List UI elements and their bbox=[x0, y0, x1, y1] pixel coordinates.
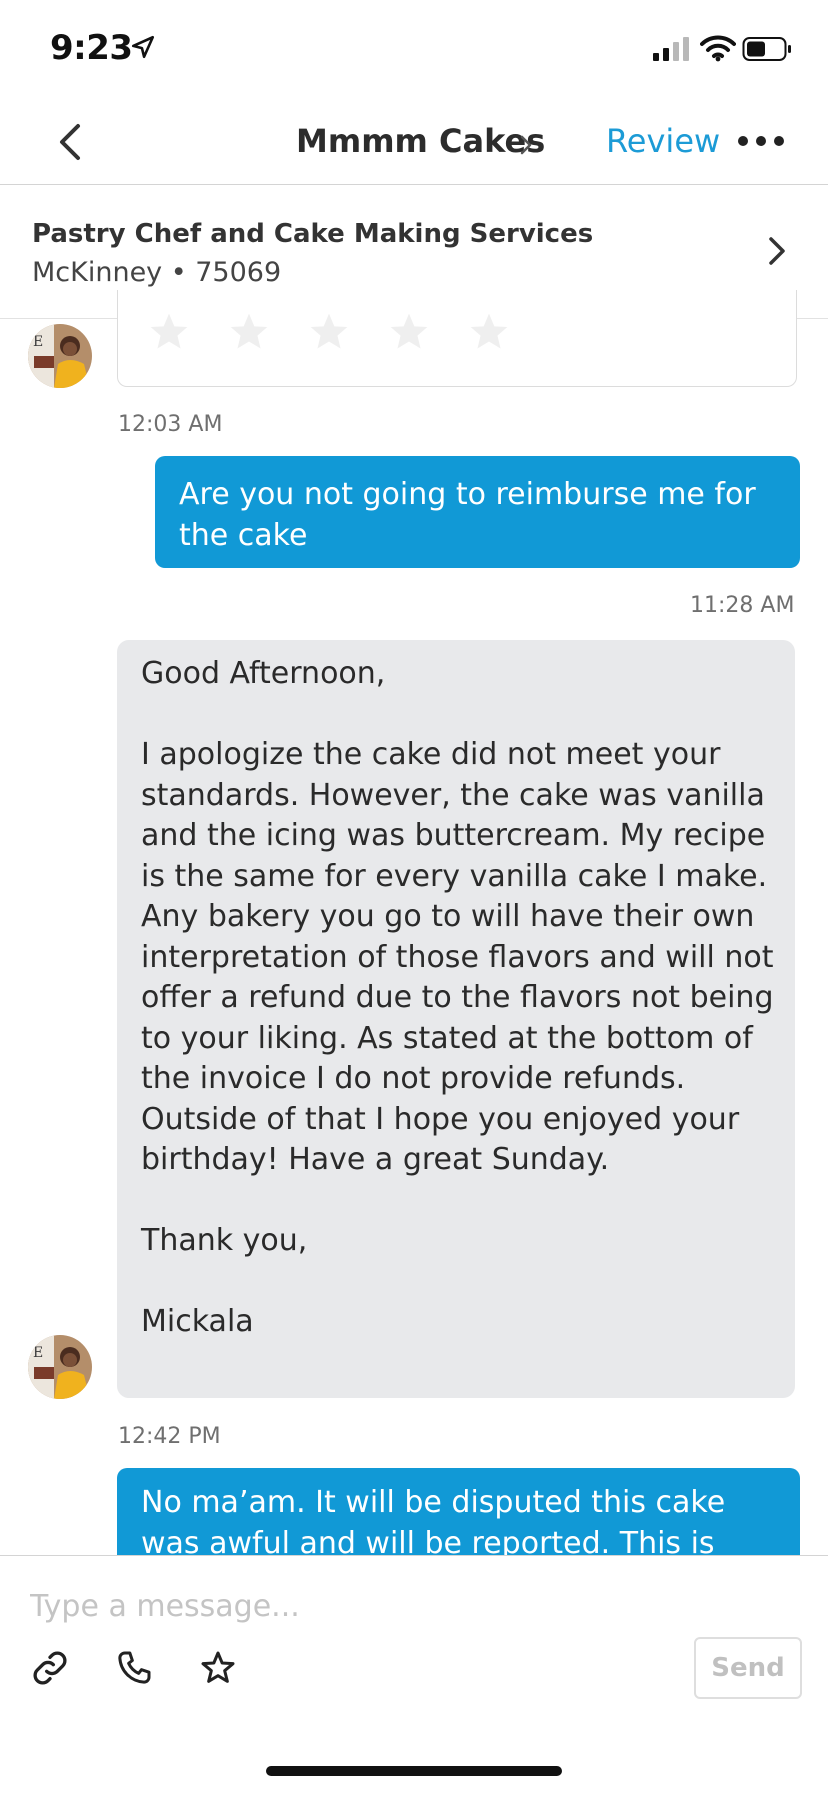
status-bar: 9:23 bbox=[0, 0, 828, 100]
message-text: No ma’am. It will be disputed this cake … bbox=[141, 1485, 726, 1561]
business-name: Pastry Chef and Cake Making Services bbox=[32, 219, 594, 249]
conversation-title[interactable]: Mmmm Cakes bbox=[296, 122, 545, 160]
business-location: McKinney • 75069 bbox=[32, 257, 282, 288]
star-empty-icon[interactable] bbox=[466, 310, 512, 354]
business-owner-photo: E bbox=[28, 1335, 92, 1399]
review-rating-card bbox=[117, 290, 797, 387]
review-link[interactable]: Review bbox=[606, 122, 720, 160]
message-text: Are you not going to reimburse me for th… bbox=[179, 477, 756, 553]
star-icon[interactable] bbox=[198, 1648, 238, 1688]
nav-bar: Mmmm Cakes Review bbox=[0, 100, 828, 185]
battery-icon bbox=[742, 37, 791, 61]
avatar: E bbox=[28, 1335, 92, 1399]
message-timestamp: 12:42 PM bbox=[118, 1424, 221, 1449]
svg-text:E: E bbox=[33, 334, 43, 350]
chevron-right-icon[interactable] bbox=[518, 134, 534, 156]
svg-text:E: E bbox=[33, 1345, 43, 1361]
star-empty-icon[interactable] bbox=[226, 310, 272, 354]
phone-icon[interactable] bbox=[114, 1648, 154, 1688]
star-empty-icon[interactable] bbox=[146, 310, 192, 354]
business-owner-photo: E bbox=[28, 324, 92, 388]
link-icon[interactable] bbox=[30, 1648, 70, 1688]
more-options-icon[interactable] bbox=[736, 134, 786, 148]
location-arrow-icon bbox=[131, 35, 155, 59]
send-button[interactable]: Send bbox=[694, 1637, 802, 1699]
back-button[interactable] bbox=[50, 120, 90, 164]
message-timestamp: 12:03 AM bbox=[118, 412, 223, 437]
message-paragraph: Mickala bbox=[141, 1304, 254, 1339]
star-empty-icon[interactable] bbox=[386, 310, 432, 354]
message-input[interactable] bbox=[30, 1584, 630, 1628]
outgoing-message-bubble[interactable]: Are you not going to reimburse me for th… bbox=[155, 456, 800, 568]
star-empty-icon[interactable] bbox=[306, 310, 352, 354]
message-paragraph: Good Afternoon, bbox=[141, 656, 386, 691]
message-paragraph: Thank you, bbox=[141, 1223, 308, 1258]
compose-bar: Send bbox=[0, 1555, 828, 1793]
incoming-message-bubble[interactable]: Good Afternoon, I apologize the cake did… bbox=[117, 640, 795, 1398]
home-indicator[interactable] bbox=[266, 1766, 562, 1776]
message-body: Good Afternoon, I apologize the cake did… bbox=[117, 640, 795, 1343]
signal-icon bbox=[653, 37, 689, 61]
message-paragraph: I apologize the cake did not meet your s… bbox=[141, 737, 774, 1177]
status-time: 9:23 bbox=[50, 28, 133, 68]
wifi-icon bbox=[700, 35, 736, 62]
message-timestamp: 11:28 AM bbox=[690, 593, 795, 618]
chevron-right-icon[interactable] bbox=[766, 235, 788, 267]
avatar: E bbox=[28, 324, 92, 388]
